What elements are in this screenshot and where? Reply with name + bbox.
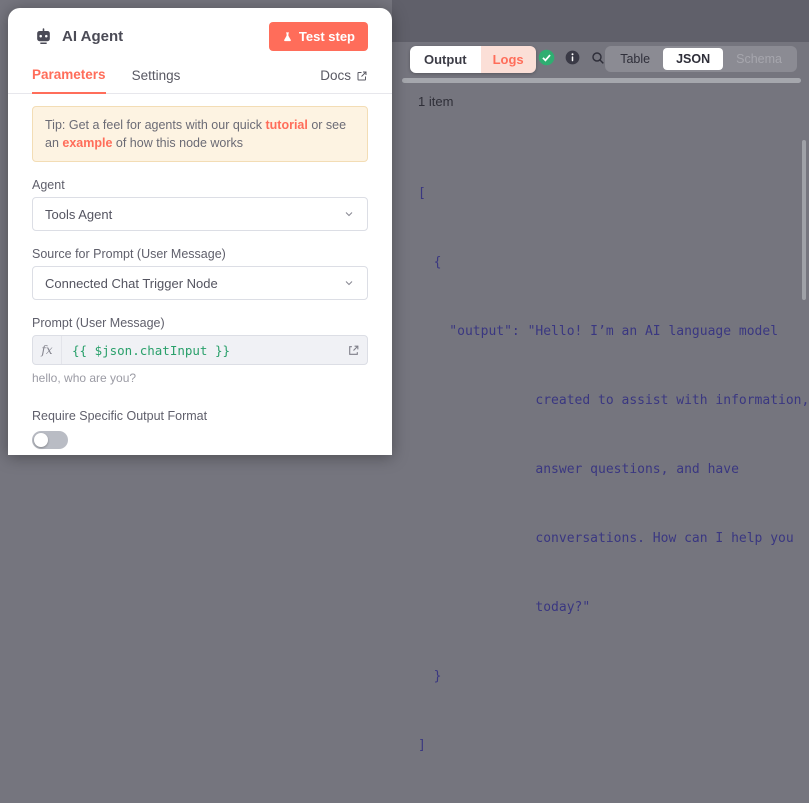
source-select-value: Connected Chat Trigger Node (45, 276, 218, 291)
prompt-expression-input[interactable]: {{ $json.chatInput }} (62, 343, 339, 358)
node-title: AI Agent (62, 28, 123, 45)
tab-settings[interactable]: Settings (132, 60, 181, 93)
tab-json[interactable]: JSON (663, 48, 723, 70)
node-header: AI Agent Test step (32, 22, 368, 51)
json-line: today?" (418, 596, 809, 619)
success-check-icon (538, 49, 555, 66)
tip-text: of how this node works (112, 136, 243, 150)
info-icon[interactable] (565, 50, 580, 65)
agent-select[interactable]: Tools Agent (32, 197, 368, 231)
test-step-button[interactable]: Test step (269, 22, 368, 51)
robot-icon (32, 26, 54, 48)
output-panel: Output Logs Table JSON Schema 1 item [ {… (392, 0, 809, 455)
source-select[interactable]: Connected Chat Trigger Node (32, 266, 368, 300)
tab-schema[interactable]: Schema (723, 48, 795, 70)
tutorial-link[interactable]: tutorial (265, 118, 307, 132)
json-output: [ { "output": "Hello! I’m an AI language… (418, 136, 809, 803)
chevron-down-icon (343, 208, 355, 220)
json-line: created to assist with information, (418, 389, 809, 412)
output-panel-top-strip (392, 0, 809, 42)
prompt-preview-text: hello, who are you? (32, 371, 368, 385)
external-link-icon (356, 70, 368, 82)
view-mode-tab-group: Table JSON Schema (605, 46, 797, 72)
tab-docs[interactable]: Docs (320, 60, 368, 93)
json-line: conversations. How can I help you (418, 527, 809, 550)
docs-label: Docs (320, 68, 351, 83)
example-link[interactable]: example (62, 136, 112, 150)
toggle-knob (34, 433, 48, 447)
output-format-toggle[interactable] (32, 431, 68, 449)
output-status-icons (538, 49, 606, 66)
tab-output[interactable]: Output (410, 46, 481, 73)
settings-tab-bar: Parameters Settings Docs (8, 59, 392, 94)
chevron-down-icon (343, 277, 355, 289)
expression-fx-badge: fx (33, 336, 62, 364)
tip-text: Tip: Get a feel for agents with our quic… (45, 118, 265, 132)
items-count: 1 item (418, 94, 453, 109)
test-step-label: Test step (299, 29, 355, 44)
prompt-expression-field: fx {{ $json.chatInput }} (32, 335, 368, 365)
tab-parameters[interactable]: Parameters (32, 59, 106, 94)
output-format-label: Require Specific Output Format (32, 409, 368, 423)
json-line: [ (418, 182, 809, 205)
tip-banner: Tip: Get a feel for agents with our quic… (32, 106, 368, 162)
prompt-field-label: Prompt (User Message) (32, 316, 368, 330)
node-settings-panel: AI Agent Test step Parameters Settings D… (8, 8, 392, 455)
agent-select-value: Tools Agent (45, 207, 112, 222)
json-line: { (418, 251, 809, 274)
agent-field-label: Agent (32, 178, 368, 192)
expand-expression-button[interactable] (339, 336, 367, 364)
horizontal-scrollbar[interactable] (402, 78, 801, 83)
json-line: answer questions, and have (418, 458, 809, 481)
tab-table[interactable]: Table (607, 48, 663, 70)
json-line: "output": "Hello! I’m an AI language mod… (418, 320, 809, 343)
search-icon[interactable] (590, 50, 606, 66)
flask-icon (282, 31, 293, 43)
json-line: ] (418, 734, 809, 757)
output-logs-tab-group: Output Logs (410, 46, 536, 73)
source-field-label: Source for Prompt (User Message) (32, 247, 368, 261)
tab-logs[interactable]: Logs (481, 46, 536, 73)
json-line: } (418, 665, 809, 688)
